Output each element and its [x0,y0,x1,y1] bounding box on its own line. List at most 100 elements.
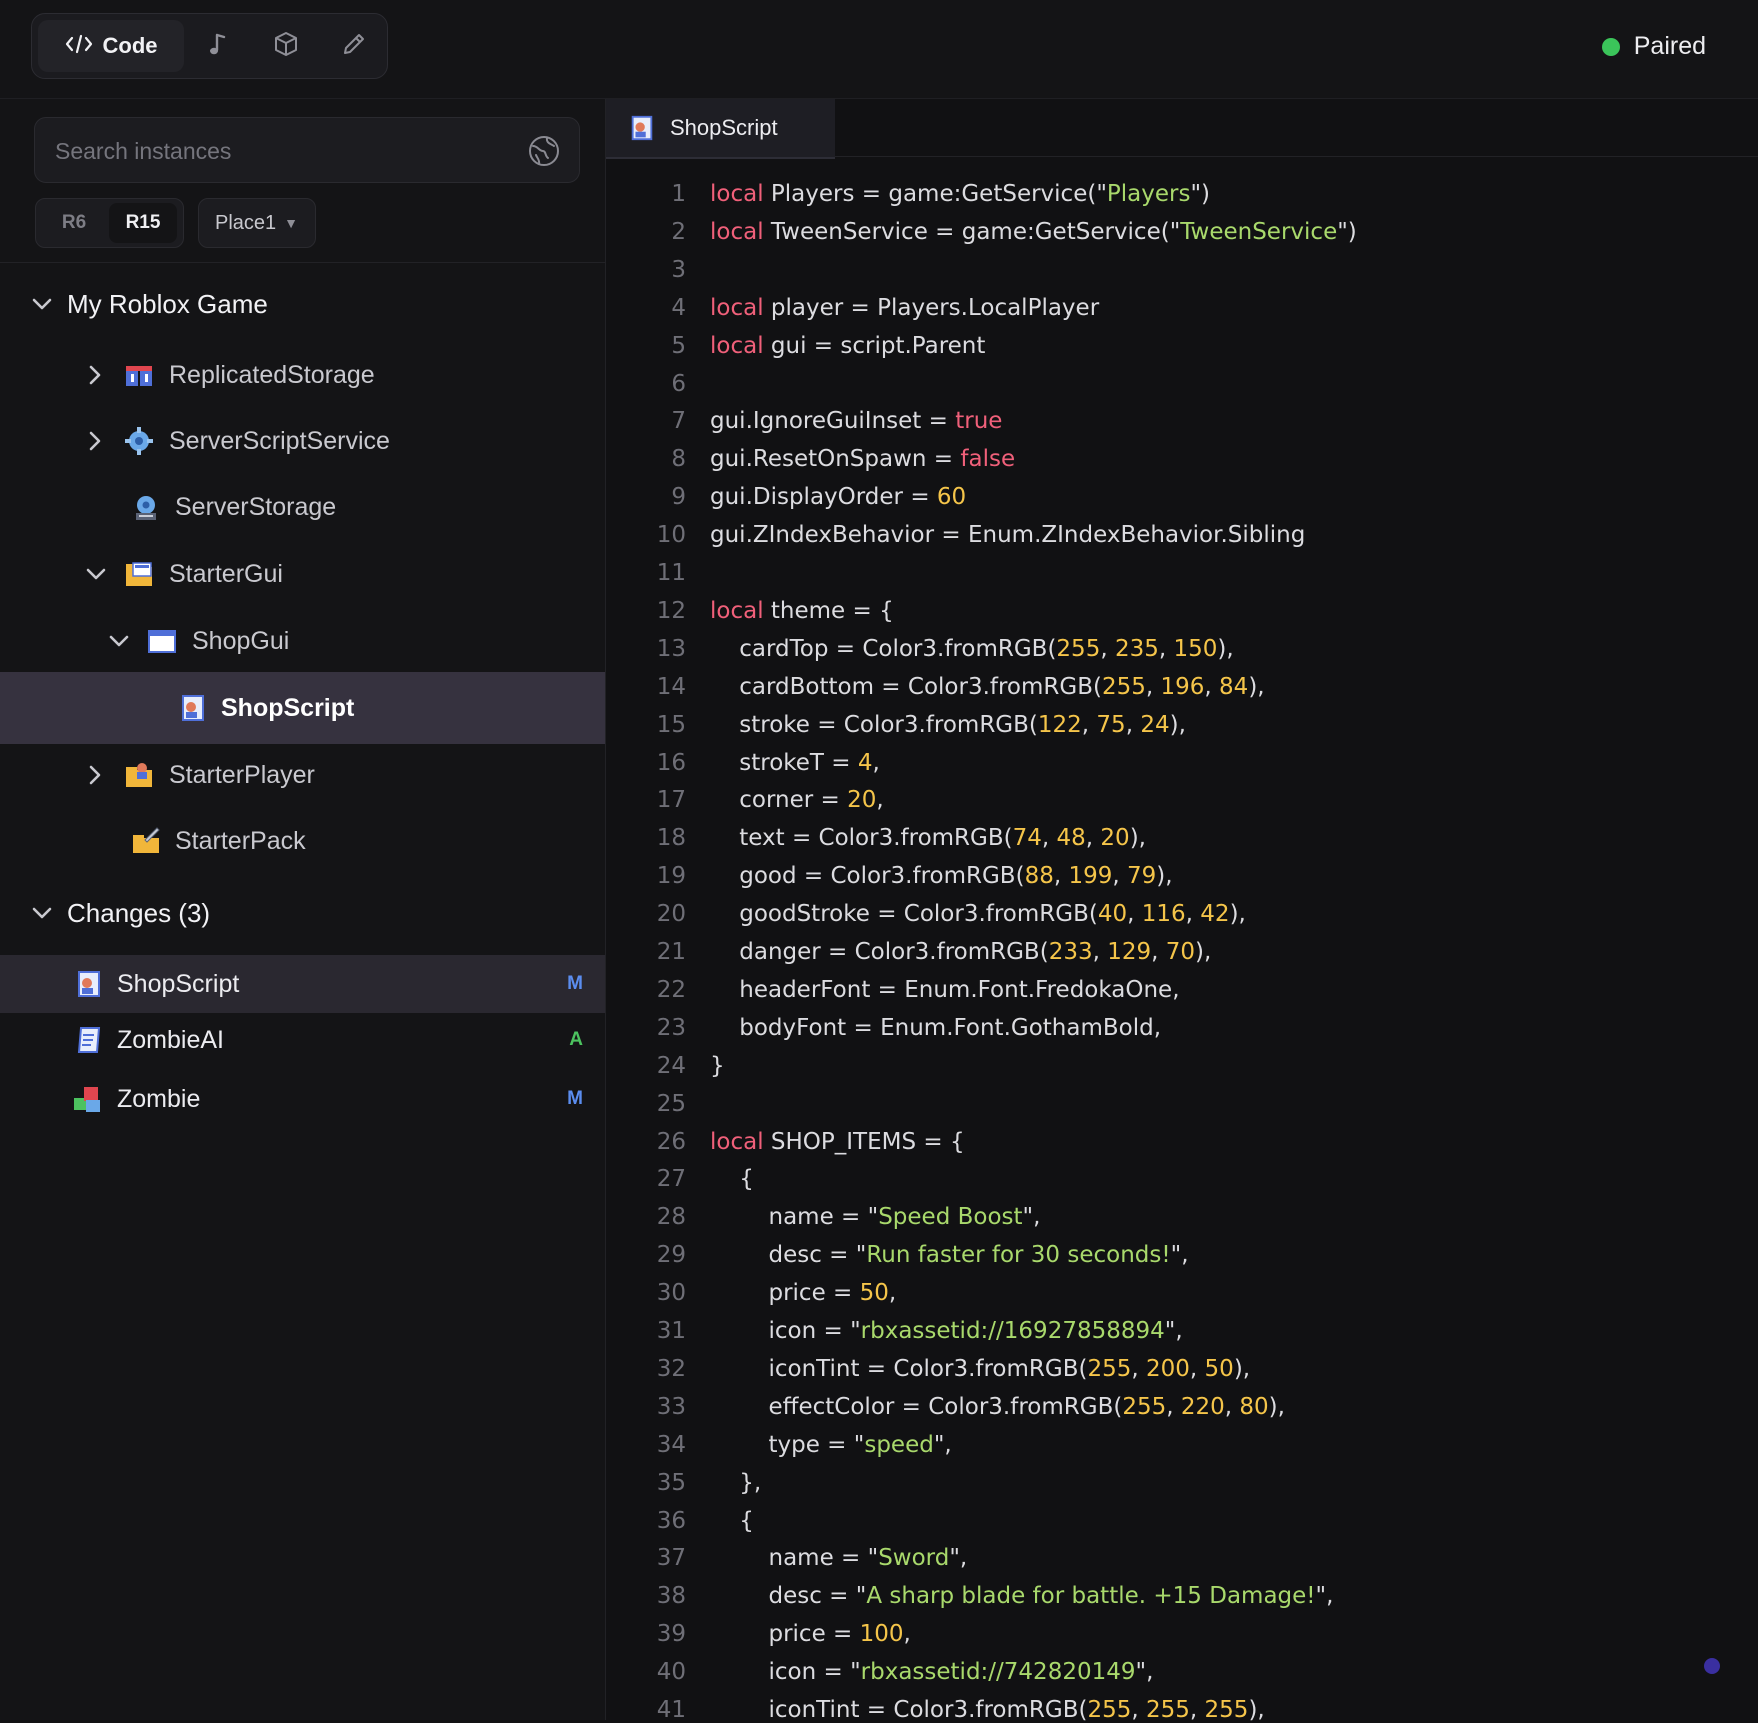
code-token: , [1112,863,1127,889]
code-line[interactable]: gui.IgnoreGuiInset = true [710,408,1002,434]
chevron-down-icon[interactable] [30,292,54,316]
chevron-right-icon[interactable] [83,363,107,387]
code-token: gui.DisplayOrder = [710,484,937,510]
tree-root-label: My Roblox Game [67,288,268,319]
rig-option-r15[interactable]: R15 [109,203,177,243]
code-line[interactable]: iconTint = Color3.fromRGB(255, 200, 50), [710,1356,1250,1382]
code-line[interactable]: good = Color3.fromRGB(88, 199, 79), [710,863,1172,889]
code-line[interactable]: bodyFont = Enum.Font.GothamBold, [710,1015,1161,1041]
added-badge: A [569,1029,583,1050]
code-line[interactable]: text = Color3.fromRGB(74, 48, 20), [710,825,1146,851]
code-token: text = Color3.fromRGB( [710,825,1013,851]
code-line[interactable]: { [710,1508,754,1534]
code-line[interactable]: danger = Color3.fromRGB(233, 129, 70), [710,939,1211,965]
code-token: 255 [1122,1394,1167,1420]
tree-item-server-storage[interactable]: ServerStorage [0,475,605,539]
tree-item-starter-gui[interactable]: StarterGui [0,542,605,606]
change-item-zombie-ai[interactable]: ZombieAI A [0,1011,605,1069]
chevron-right-icon[interactable] [83,763,107,787]
code-token: Sword [878,1545,950,1571]
tree-item-starter-pack[interactable]: StarterPack [0,809,605,873]
line-number: 31 [656,1318,686,1344]
chevron-down-icon[interactable] [107,629,131,653]
code-line[interactable]: headerFont = Enum.Font.FredokaOne, [710,977,1180,1003]
search-input[interactable] [53,118,527,184]
code-line[interactable]: local theme = { [710,598,894,624]
code-line[interactable]: cardTop = Color3.fromRGB(255, 235, 150), [710,636,1233,662]
code-token: TweenService [1180,219,1338,245]
tree-item-starter-player[interactable]: StarterPlayer [0,743,605,807]
code-token: true [955,408,1003,434]
tree-item-shop-gui[interactable]: ShopGui [0,609,605,673]
tree-root-my-roblox-game[interactable]: My Roblox Game [0,272,605,336]
rig-option-r6[interactable]: R6 [40,203,108,243]
model-mode-button[interactable] [260,20,312,72]
code-line[interactable]: corner = 20, [710,787,883,813]
code-token: icon = " [710,1318,861,1344]
code-line[interactable]: name = "Speed Boost", [710,1204,1040,1230]
code-line[interactable]: { [710,1166,754,1192]
code-line[interactable]: cardBottom = Color3.fromRGB(255, 196, 84… [710,674,1264,700]
code-token: local [710,1129,764,1155]
code-token: , [903,1621,911,1647]
code-line[interactable]: gui.DisplayOrder = 60 [710,484,966,510]
edit-mode-button[interactable] [328,20,380,72]
place-select[interactable]: Place1 ▼ [198,198,316,248]
line-number: 6 [671,371,686,397]
line-number: 7 [671,408,686,434]
code-mode-label: Code [102,33,158,58]
code-line[interactable]: name = "Sword", [710,1545,967,1571]
code-token: 233 [1048,939,1093,965]
code-token: danger = Color3.fromRGB( [710,939,1049,965]
code-line[interactable]: local player = Players.LocalPlayer [710,295,1099,321]
code-token: strokeT = [710,750,858,776]
code-token: , [1092,939,1108,965]
code-line[interactable]: effectColor = Color3.fromRGB(255, 220, 8… [710,1394,1284,1420]
code-line[interactable]: local Players = game:GetService("Players… [710,181,1210,207]
code-token: , [888,1280,897,1306]
code-line[interactable]: price = 50, [710,1280,896,1306]
line-number: 40 [656,1659,686,1685]
code-line[interactable]: type = "speed", [710,1432,951,1458]
line-number: 21 [656,939,686,965]
code-token: ", [1170,1242,1189,1268]
chevron-down-icon[interactable] [84,562,108,586]
replicated-storage-icon [124,360,154,390]
line-number: 4 [671,295,686,321]
code-line[interactable]: gui.ZIndexBehavior = Enum.ZIndexBehavior… [710,522,1305,548]
tree-item-server-script-service[interactable]: ServerScriptService [0,409,605,473]
code-line[interactable]: } [710,1053,725,1079]
tree-item-label: ReplicatedStorage [169,360,375,389]
code-line[interactable]: iconTint = Color3.fromRGB(255, 255, 255)… [710,1697,1264,1723]
code-line[interactable]: local TweenService = game:GetService("Tw… [710,219,1357,245]
code-line[interactable]: gui.ResetOnSpawn = false [710,446,1015,472]
code-line[interactable]: desc = "Run faster for 30 seconds!", [710,1242,1189,1268]
code-line[interactable]: strokeT = 4, [710,750,880,776]
code-mode-button[interactable]: Code [38,20,184,72]
globe-icon[interactable] [527,134,561,173]
changes-section-header[interactable]: Changes (3) [0,881,605,945]
code-line[interactable]: goodStroke = Color3.fromRGB(40, 116, 42)… [710,901,1246,927]
explorer-sidebar: R6 R15 Place1 ▼ My Roblox Game Replicate… [0,99,606,1720]
code-line[interactable]: icon = "rbxassetid://16927858894", [710,1318,1182,1344]
code-icon [65,34,93,59]
change-item-zombie[interactable]: Zombie M [0,1070,605,1128]
code-line[interactable]: desc = "A sharp blade for battle. +15 Da… [710,1583,1333,1609]
tree-item-shop-script[interactable]: ShopScript [0,672,605,744]
code-line[interactable]: local SHOP_ITEMS = { [710,1129,965,1155]
code-token: gui = script.Parent [763,333,986,359]
code-token: headerFont = Enum.Font.FredokaOne, [710,977,1180,1003]
chevron-right-icon[interactable] [83,429,107,453]
code-token: , [1189,1697,1205,1723]
change-item-shop-script[interactable]: ShopScript M [0,955,605,1013]
code-line[interactable]: stroke = Color3.fromRGB(122, 75, 24), [710,712,1186,738]
code-line[interactable]: icon = "rbxassetid://742820149", [710,1659,1153,1685]
audio-mode-button[interactable] [192,20,244,72]
code-token: 20 [847,787,877,813]
code-line[interactable]: price = 100, [710,1621,911,1647]
chevron-down-icon[interactable] [30,901,54,925]
tree-item-replicated-storage[interactable]: ReplicatedStorage [0,343,605,407]
code-line[interactable]: local gui = script.Parent [710,333,985,359]
code-line[interactable]: }, [710,1470,761,1496]
tab-shop-script[interactable]: ShopScript [606,99,835,159]
